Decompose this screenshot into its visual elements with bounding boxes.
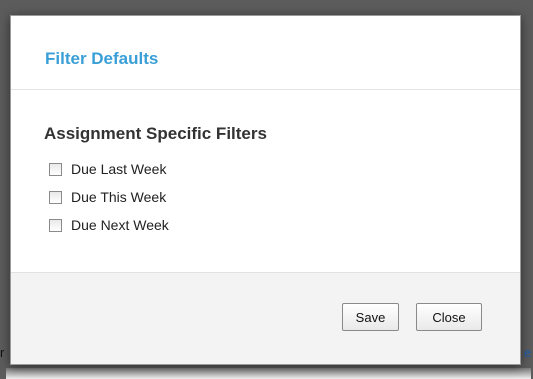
save-button[interactable]: Save bbox=[342, 303, 399, 331]
dialog-body: Assignment Specific Filters Due Last Wee… bbox=[11, 90, 520, 272]
dialog-header: Filter Defaults bbox=[11, 16, 520, 90]
option-label: Due Last Week bbox=[71, 161, 167, 177]
option-due-this-week[interactable]: Due This Week bbox=[49, 187, 166, 207]
dialog-shadow bbox=[6, 368, 531, 379]
filter-defaults-dialog: Filter Defaults Assignment Specific Filt… bbox=[10, 15, 521, 365]
option-label: Due Next Week bbox=[71, 217, 169, 233]
close-button[interactable]: Close bbox=[416, 303, 482, 331]
due-next-week-checkbox[interactable] bbox=[49, 218, 62, 232]
background-text-right: e bbox=[524, 345, 532, 360]
due-this-week-checkbox[interactable] bbox=[49, 190, 62, 204]
option-due-last-week[interactable]: Due Last Week bbox=[49, 159, 166, 179]
dialog-title: Filter Defaults bbox=[45, 49, 159, 68]
due-last-week-checkbox[interactable] bbox=[49, 162, 62, 176]
dialog-footer: Save Close bbox=[11, 272, 520, 364]
option-due-next-week[interactable]: Due Next Week bbox=[49, 215, 169, 235]
page: r e Filter Defaults Assignment Specific … bbox=[0, 0, 533, 379]
option-label: Due This Week bbox=[71, 189, 167, 205]
section-title: Assignment Specific Filters bbox=[44, 124, 267, 143]
